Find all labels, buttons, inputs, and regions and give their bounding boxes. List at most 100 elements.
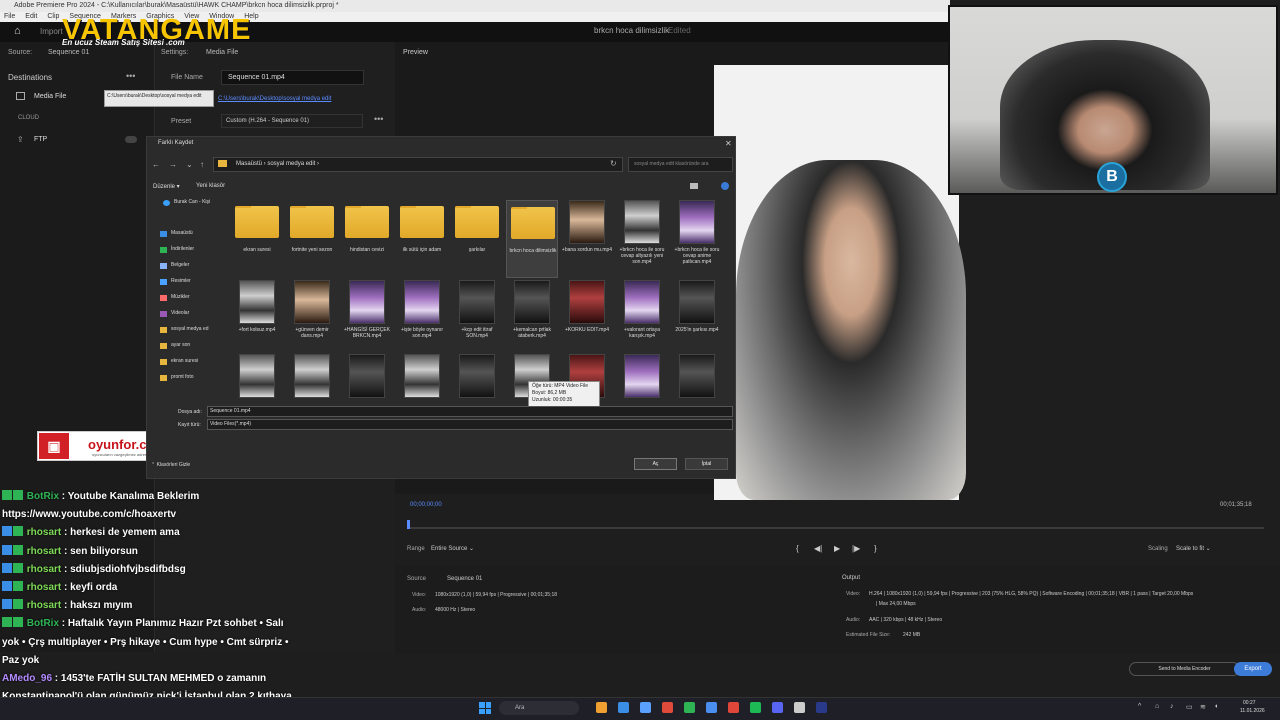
file-tile[interactable]: +brkcn hoca ile soru cevap anime patlıca… [671, 200, 723, 278]
taskbar-app-icon[interactable] [816, 702, 827, 713]
forward-icon[interactable]: → [169, 160, 177, 169]
taskbar-app-icon[interactable] [706, 702, 717, 713]
file-tile[interactable] [286, 354, 338, 400]
new-folder-button[interactable]: Yeni klasör [196, 183, 225, 189]
taskbar-search[interactable]: Ara [499, 701, 579, 715]
range-select[interactable]: Entire Source ⌄ [431, 543, 521, 555]
clock-date[interactable]: 11.01.2026 [1240, 708, 1265, 714]
media-file-label[interactable]: Media File [34, 93, 66, 100]
menu-item[interactable]: File [4, 12, 15, 22]
preset-select[interactable]: Custom (H.264 - Sequence 01) [221, 114, 363, 128]
view-options-icon[interactable] [690, 183, 698, 189]
step-back-icon[interactable]: ◀| [814, 544, 822, 553]
more-icon[interactable]: ••• [126, 71, 135, 81]
timeline-scrubber[interactable] [408, 527, 1264, 529]
wifi-icon[interactable]: ≋ [1200, 703, 1206, 711]
scaling-select[interactable]: Scale to fit ⌄ [1176, 543, 1264, 555]
help-icon[interactable] [721, 182, 729, 190]
preset-more-icon[interactable]: ••• [374, 114, 383, 124]
home-icon[interactable]: ⌂ [14, 25, 26, 37]
file-tile[interactable]: +valorant ortaya karışık.mp4 [616, 280, 668, 358]
file-tile[interactable]: hindistan cevizi [341, 200, 393, 278]
speaker-icon[interactable]: ◖ [1214, 703, 1218, 710]
chevron-up-icon[interactable]: ^ [1138, 703, 1141, 710]
mark-in-icon[interactable]: { [796, 544, 799, 553]
menu-item[interactable]: Edit [25, 12, 37, 22]
file-tile[interactable]: +fort kolsuz.mp4 [231, 280, 283, 358]
export-button[interactable]: Export [1234, 662, 1272, 676]
file-tile[interactable]: +HANGİSİ GERÇEK BRKCN.mp4 [341, 280, 393, 358]
timecode-start[interactable]: 00;00;00;00 [410, 502, 442, 508]
back-icon[interactable]: ← [152, 160, 160, 169]
file-tile[interactable] [451, 354, 503, 400]
sidebar-item[interactable]: ekran suresi [171, 358, 198, 364]
step-forward-icon[interactable]: |▶ [852, 544, 860, 553]
sidebar-item[interactable]: Müzikler [171, 294, 190, 300]
taskbar-app-icon[interactable] [618, 702, 629, 713]
file-tile[interactable]: 2025'in şarkısı.mp4 [671, 280, 723, 358]
menu-item[interactable]: Clip [47, 12, 59, 22]
file-tile[interactable]: fortnite yeni sezon [286, 200, 338, 278]
cancel-button[interactable]: İptal [685, 458, 728, 470]
file-tile[interactable]: +KORKU EDIT.mp4 [561, 280, 613, 358]
sidebar-item[interactable]: Belgeler [171, 262, 189, 268]
network-icon[interactable]: ⌂ [1155, 703, 1159, 710]
location-link[interactable]: C:\Users\burak\Desktop\sosyal medya edit [218, 96, 331, 102]
organize-button[interactable]: Düzenle ▾ [153, 183, 180, 190]
file-tile[interactable]: ilk sütü için adam [396, 200, 448, 278]
sidebar-item[interactable]: Burak Can - Kişi [174, 199, 210, 205]
up-icon[interactable]: ↑ [200, 160, 204, 169]
taskbar-app-icon[interactable] [662, 702, 673, 713]
file-tile[interactable]: brkcn hoca dilimsizlik [506, 200, 558, 278]
dialog-file-name-input[interactable]: Sequence 01.mp4 [207, 406, 733, 417]
taskbar-app-icon[interactable] [684, 702, 695, 713]
clock-time[interactable]: 00:27 [1243, 700, 1256, 706]
sidebar-item[interactable]: İndirilenler [171, 246, 194, 252]
file-tile[interactable]: +kcp edit itiraf SON.mp4 [451, 280, 503, 358]
volume-icon[interactable]: ♪ [1170, 703, 1174, 710]
sidebar-item[interactable]: Masaüstü [171, 230, 193, 236]
file-tile[interactable] [341, 354, 393, 400]
refresh-icon[interactable]: ↻ [610, 159, 617, 168]
file-tile[interactable]: şarkılar [451, 200, 503, 278]
file-tile[interactable] [396, 354, 448, 400]
save-button[interactable]: Aç [634, 458, 677, 470]
sidebar-item[interactable]: promt foto [171, 374, 194, 380]
sidebar-item[interactable]: Resimler [171, 278, 191, 284]
file-tile[interactable]: +işte böyle oynanır son.mp4 [396, 280, 448, 358]
file-tile[interactable]: ekran suresi [231, 200, 283, 278]
cloud-section[interactable]: CLOUD [18, 115, 39, 121]
mark-out-icon[interactable]: } [874, 544, 877, 553]
file-tile[interactable] [616, 354, 668, 400]
sidebar-item[interactable]: sosyal medya ed [171, 326, 209, 332]
hide-folders-toggle[interactable]: ⌃ Klasörleri Gizle [151, 462, 190, 468]
file-tile[interactable] [671, 354, 723, 400]
send-to-media-encoder-button[interactable]: Send to Media Encoder [1129, 662, 1240, 676]
tab-import[interactable]: Import [40, 27, 63, 36]
taskbar-app-icon[interactable] [794, 702, 805, 713]
sidebar-item[interactable]: ayar son [171, 342, 190, 348]
path-bar[interactable]: Masaüstü › sosyal medya edit › [213, 157, 623, 172]
chevron-down-icon[interactable]: ⌄ [186, 160, 193, 169]
battery-icon[interactable]: ▭ [1186, 703, 1193, 711]
file-tile[interactable]: +kemalcan prtlak ataberk.mp4 [506, 280, 558, 358]
taskbar-app-icon[interactable] [728, 702, 739, 713]
ftp-label[interactable]: FTP [34, 136, 47, 143]
taskbar-app-icon[interactable] [640, 702, 651, 713]
file-tile[interactable]: +bana sordun mu.mp4 [561, 200, 613, 278]
dialog-file-type-select[interactable]: Video Files(*.mp4) [207, 419, 733, 430]
ftp-toggle[interactable] [125, 136, 137, 143]
close-icon[interactable]: ✕ [725, 139, 732, 148]
file-tile[interactable] [231, 354, 283, 400]
taskbar-app-icon[interactable] [596, 702, 607, 713]
file-name-input[interactable]: Sequence 01.mp4 [221, 70, 364, 85]
taskbar-app-icon[interactable] [750, 702, 761, 713]
file-tile[interactable]: +günven demir dans.mp4 [286, 280, 338, 358]
taskbar-app-icon[interactable] [772, 702, 783, 713]
folder-search-input[interactable]: sosyal medya edit klasöründe ara [628, 157, 733, 172]
windows-start-icon[interactable] [479, 702, 491, 714]
play-icon[interactable]: ▶ [834, 544, 840, 553]
playhead[interactable] [407, 520, 410, 529]
sidebar-item[interactable]: Videolar [171, 310, 189, 316]
file-tile[interactable]: +brkcn hoca ile soru cevap altyazılı yen… [616, 200, 668, 278]
